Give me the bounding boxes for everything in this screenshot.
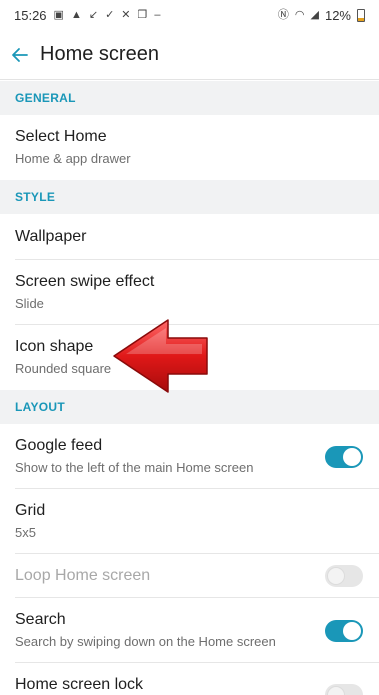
toggle-knob	[327, 567, 345, 585]
toggle-knob	[327, 686, 345, 695]
home-screen-lock-toggle[interactable]	[325, 684, 363, 695]
section-header-layout: LAYOUT	[0, 390, 379, 424]
section-header-style: STYLE	[0, 180, 379, 214]
setting-subtitle: Home & app drawer	[15, 151, 131, 166]
google-feed-toggle[interactable]	[325, 445, 363, 468]
toggle-knob	[343, 447, 361, 466]
loop-home-screen-toggle[interactable]	[325, 565, 363, 587]
battery-percent: 12%	[324, 7, 351, 23]
back-arrow-icon	[12, 47, 28, 62]
setting-title: Wallpaper	[15, 228, 87, 245]
setting-home-screen-lock[interactable]: Home screen lock	[0, 663, 379, 695]
setting-search[interactable]: Search Search by swiping down on the Hom…	[0, 598, 379, 663]
setting-loop-home-screen[interactable]: Loop Home screen	[0, 554, 379, 598]
copy-icon: ❐	[137, 8, 148, 21]
setting-grid[interactable]: Grid 5x5	[0, 489, 379, 554]
battery-icon	[357, 8, 365, 22]
setting-title: Select Home	[15, 128, 107, 145]
toggle-knob	[343, 621, 361, 640]
search-toggle[interactable]	[325, 619, 363, 642]
section-header-general: GENERAL	[0, 81, 379, 115]
setting-subtitle: Show to the left of the main Home screen	[15, 460, 254, 475]
setting-wallpaper[interactable]: Wallpaper	[0, 214, 379, 260]
app-bar: Home screen	[0, 30, 379, 80]
setting-subtitle: 5x5	[15, 525, 36, 540]
nfc-icon: Ⓝ	[277, 8, 289, 21]
missed-call-icon: ↙	[88, 8, 99, 21]
more-notifications-icon: –	[154, 8, 161, 21]
setting-subtitle: Search by swiping down on the Home scree…	[15, 634, 276, 649]
wifi-icon: ◠	[294, 8, 305, 21]
setting-title: Screen swipe effect	[15, 273, 155, 290]
setting-screen-swipe-effect[interactable]: Screen swipe effect Slide	[0, 260, 379, 325]
tools-icon: ✕	[121, 8, 131, 21]
setting-google-feed[interactable]: Google feed Show to the left of the main…	[0, 424, 379, 489]
setting-title: Grid	[15, 502, 46, 519]
status-bar: 15:26 ▣ ▲ ↙ ✓ ✕ ❐ – Ⓝ ◠ ◢ 12%	[0, 0, 379, 30]
image-icon: ▣	[53, 8, 64, 21]
annotation-arrow-icon	[113, 319, 208, 393]
setting-subtitle: Slide	[15, 296, 44, 311]
signal-icon: ◢	[310, 8, 319, 21]
check-icon: ✓	[105, 8, 115, 21]
status-time: 15:26	[14, 7, 47, 23]
page-title: Home screen	[40, 43, 159, 65]
warning-icon: ▲	[70, 8, 82, 21]
setting-select-home[interactable]: Select Home Home & app drawer	[0, 115, 379, 180]
back-button[interactable]	[0, 30, 40, 80]
